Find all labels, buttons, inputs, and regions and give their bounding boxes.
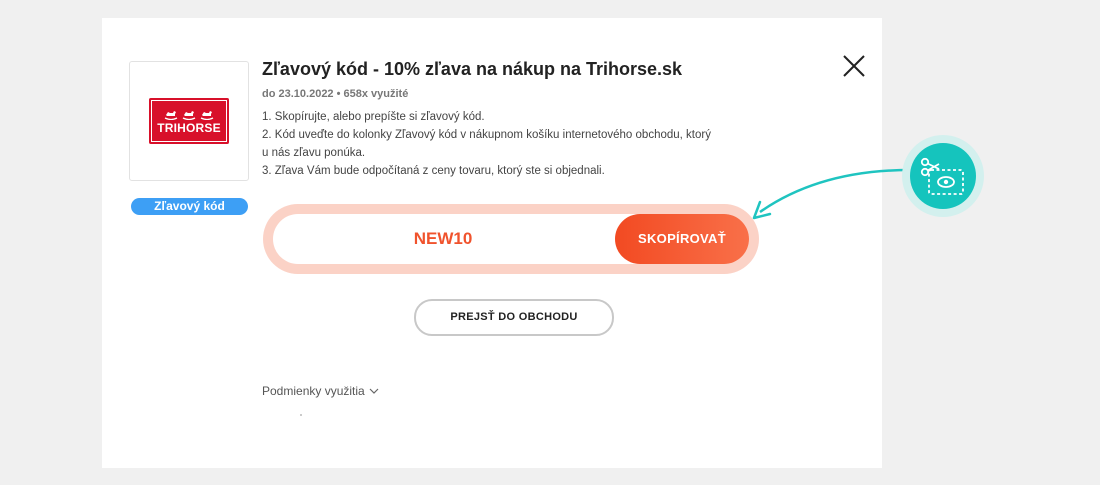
rocking-horse-icons	[164, 109, 214, 120]
coupon-code-field[interactable]: NEW10 SKOPÍROVAŤ	[273, 214, 749, 264]
store-logo-box[interactable]: TRIHORSE	[129, 61, 249, 181]
offer-instructions: 1. Skopírujte, alebo prepíšte si zľavový…	[262, 108, 712, 180]
terms-label: Podmienky využitia	[262, 384, 365, 398]
coupon-modal: TRIHORSE Zľavový kód Zľavový kód - 10% z…	[102, 18, 882, 468]
rocking-horse-icon	[200, 110, 214, 120]
coupon-code-value[interactable]: NEW10	[273, 214, 613, 264]
close-icon	[843, 55, 865, 77]
offer-title: Zľavový kód - 10% zľava na nákup na Trih…	[262, 59, 683, 79]
rocking-horse-icon	[164, 110, 178, 120]
decorative-dot	[300, 414, 302, 416]
close-button[interactable]	[840, 52, 868, 80]
go-to-store-button[interactable]: PREJSŤ DO OBCHODU	[414, 299, 614, 336]
coupon-type-badge: Zľavový kód	[131, 198, 248, 215]
instruction-step: 2. Kód uveďte do kolonky Zľavový kód v n…	[262, 129, 711, 159]
terms-toggle[interactable]: Podmienky využitia	[262, 384, 379, 398]
curved-arrow-icon	[752, 168, 911, 220]
copy-code-button[interactable]: SKOPÍROVAŤ	[615, 214, 749, 264]
scissors-coupon-icon-graphic	[920, 157, 964, 195]
instruction-step: 1. Skopírujte, alebo prepíšte si zľavový…	[262, 111, 485, 123]
coupon-code-box: NEW10 SKOPÍROVAŤ	[263, 204, 759, 274]
store-logo: TRIHORSE	[149, 98, 229, 144]
rocking-horse-icon	[182, 110, 196, 120]
scissors-coupon-icon	[910, 143, 976, 209]
chevron-down-icon	[369, 388, 379, 394]
offer-meta: do 23.10.2022 • 658x využité	[262, 88, 409, 100]
instruction-step: 3. Zľava Vám bude odpočítaná z ceny tova…	[262, 165, 605, 177]
store-logo-text: TRIHORSE	[157, 120, 221, 135]
